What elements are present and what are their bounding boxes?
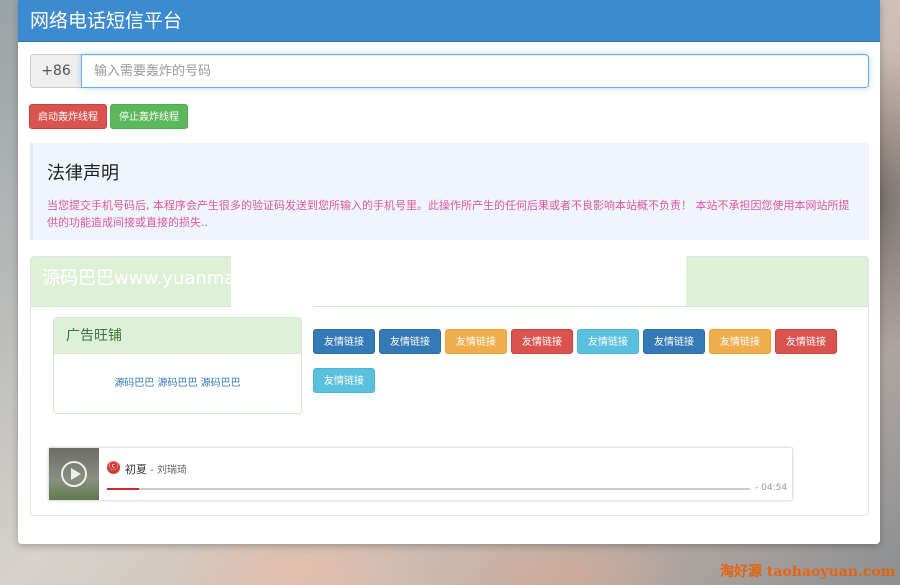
friend-link-button[interactable]: 友情链接: [445, 329, 507, 354]
page-title: 网络电话短信平台: [18, 0, 880, 42]
legal-notice: 法律声明 当您提交手机号码后, 本程序会产生很多的验证码发送到您所输入的手机号里…: [30, 143, 869, 240]
ad-panel: 广告旺铺 源码巴巴 源码巴巴 源码巴巴: [53, 317, 302, 414]
song-info: 初夏 - 刘瑞琦: [125, 461, 187, 477]
phone-number-input[interactable]: [81, 54, 869, 88]
time-remaining: - 04:54: [755, 483, 788, 493]
start-bombing-button[interactable]: 启动轰炸线程: [29, 104, 107, 129]
music-player: ⓒ 初夏 - 刘瑞琦 - 04:54: [49, 448, 792, 500]
legal-title: 法律声明: [47, 163, 119, 184]
watermark: 淘好源 taohaoyuan.com: [720, 564, 896, 580]
friend-link-button[interactable]: 友情链接: [643, 329, 705, 354]
netease-music-icon: ⓒ: [107, 461, 120, 474]
ad-panel-text[interactable]: 源码巴巴 源码巴巴 源码巴巴: [54, 354, 301, 414]
friend-link-button[interactable]: 友情链接: [313, 368, 375, 393]
legal-text: 当您提交手机号码后, 本程序会产生很多的验证码发送到您所输入的手机号里。此操作所…: [47, 199, 850, 229]
friend-link-button[interactable]: 友情链接: [313, 329, 375, 354]
friend-link-button[interactable]: 友情链接: [577, 329, 639, 354]
song-artist: - 刘瑞琦: [147, 465, 187, 476]
friend-link-button[interactable]: 友情链接: [511, 329, 573, 354]
friend-links: 友情链接 友情链接 友情链接 友情链接 友情链接 友情链接 友情链接 友情链接 友情链接: [313, 329, 848, 393]
ad-panel-title: 广告旺铺: [54, 318, 301, 354]
country-code-addon: +86: [30, 54, 81, 88]
progress-fill: [107, 488, 140, 490]
friend-link-button[interactable]: 友情链接: [379, 329, 441, 354]
friend-link-button[interactable]: 友情链接: [775, 329, 837, 354]
white-overlay: [231, 254, 686, 306]
album-cover: [49, 448, 99, 500]
song-title: 初夏: [125, 463, 147, 476]
play-icon[interactable]: [61, 461, 87, 487]
friend-link-button[interactable]: 友情链接: [709, 329, 771, 354]
stop-bombing-button[interactable]: 停止轰炸线程: [110, 104, 188, 129]
phone-input-group: +86: [30, 54, 869, 88]
action-buttons: 启动轰炸线程 停止轰炸线程: [29, 104, 188, 129]
progress-bar[interactable]: [107, 488, 750, 490]
